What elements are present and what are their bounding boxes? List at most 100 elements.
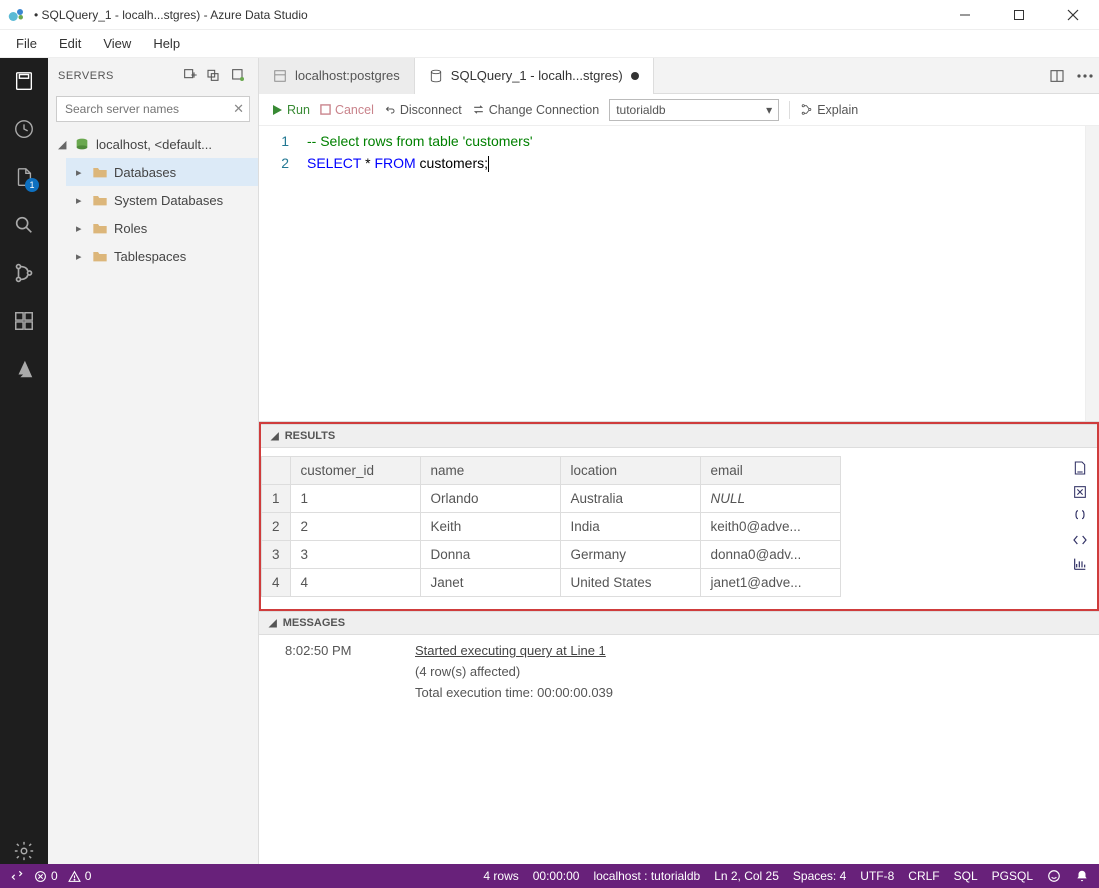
cell-customer-id[interactable]: 4 [290, 569, 420, 597]
chart-icon[interactable] [1072, 556, 1090, 574]
editor-scrollbar[interactable] [1085, 126, 1099, 421]
status-elapsed[interactable]: 00:00:00 [533, 869, 580, 883]
status-cursor-position[interactable]: Ln 2, Col 25 [714, 869, 779, 883]
status-rows[interactable]: 4 rows [483, 869, 518, 883]
chevron-right-icon: ▸ [76, 166, 86, 179]
cell-email[interactable]: janet1@adve... [700, 569, 840, 597]
dirty-indicator-icon [631, 72, 639, 80]
cell-location[interactable]: Australia [560, 485, 700, 513]
collapse-icon: ◢ [269, 618, 277, 629]
save-csv-icon[interactable] [1072, 460, 1090, 478]
cell-customer-id[interactable]: 2 [290, 513, 420, 541]
cell-email[interactable]: donna0@adv... [700, 541, 840, 569]
cell-location[interactable]: Germany [560, 541, 700, 569]
message-link[interactable]: Started executing query at Line 1 [415, 643, 606, 658]
explorer-activity-icon[interactable]: 1 [11, 164, 37, 190]
results-panel-header[interactable]: ◢ RESULTS [261, 424, 1097, 448]
database-select-value: tutorialdb [616, 103, 665, 117]
save-json-icon[interactable] [1072, 508, 1090, 526]
cell-customer-id[interactable]: 1 [290, 485, 420, 513]
status-errors[interactable]: 0 [34, 869, 58, 883]
source-control-activity-icon[interactable] [11, 260, 37, 286]
table-row[interactable]: 11OrlandoAustraliaNULL [262, 485, 841, 513]
menu-edit[interactable]: Edit [49, 32, 91, 55]
more-actions-icon[interactable] [1071, 62, 1099, 90]
code-comment: -- Select rows from table 'customers' [307, 133, 533, 149]
cancel-button[interactable]: Cancel [320, 103, 374, 117]
servers-activity-icon[interactable] [11, 68, 37, 94]
remote-indicator[interactable] [10, 869, 24, 883]
cell-email[interactable]: NULL [700, 485, 840, 513]
cell-name[interactable]: Janet [420, 569, 560, 597]
table-row[interactable]: 22KeithIndiakeith0@adve... [262, 513, 841, 541]
change-connection-button[interactable]: Change Connection [472, 103, 600, 117]
menu-view[interactable]: View [93, 32, 141, 55]
tab-sqlquery1[interactable]: SQLQuery_1 - localh...stgres) [415, 58, 654, 94]
run-label: Run [287, 103, 310, 117]
cell-location[interactable]: India [560, 513, 700, 541]
minimize-button[interactable] [947, 1, 983, 29]
menu-help[interactable]: Help [143, 32, 190, 55]
tree-item-system-databases[interactable]: ▸ System Databases [66, 186, 258, 214]
tree-item-roles[interactable]: ▸ Roles [66, 214, 258, 242]
results-grid[interactable]: customer_id name location email 11Orland… [261, 456, 841, 597]
status-warnings-count: 0 [85, 869, 92, 883]
refresh-icon[interactable] [230, 67, 248, 85]
extensions-activity-icon[interactable] [11, 308, 37, 334]
menu-bar: File Edit View Help [0, 30, 1099, 58]
status-encoding[interactable]: UTF-8 [860, 869, 894, 883]
messages-panel-header[interactable]: ◢ MESSAGES [259, 611, 1099, 635]
status-language[interactable]: SQL [954, 869, 978, 883]
server-node[interactable]: ◢ localhost, <default... [48, 130, 258, 158]
cell-email[interactable]: keith0@adve... [700, 513, 840, 541]
folder-icon [92, 165, 108, 179]
cell-name[interactable]: Donna [420, 541, 560, 569]
results-toolbar [1065, 448, 1097, 609]
table-row[interactable]: 33DonnaGermanydonna0@adv... [262, 541, 841, 569]
disconnect-button[interactable]: Disconnect [384, 103, 462, 117]
new-group-icon[interactable] [206, 67, 224, 85]
status-extension[interactable]: PGSQL [992, 869, 1033, 883]
split-editor-icon[interactable] [1043, 62, 1071, 90]
cell-name[interactable]: Orlando [420, 485, 560, 513]
feedback-icon[interactable] [1047, 869, 1061, 883]
cell-customer-id[interactable]: 3 [290, 541, 420, 569]
search-server-input[interactable] [56, 96, 250, 122]
chevron-down-icon: ◢ [58, 138, 68, 151]
save-xml-icon[interactable] [1072, 532, 1090, 550]
tree-item-databases[interactable]: ▸ Databases [66, 158, 258, 186]
notifications-icon[interactable] [1075, 869, 1089, 883]
column-header[interactable]: name [420, 457, 560, 485]
servers-sidebar: SERVERS ✕ ◢ localhost, <default... ▸ Dat… [48, 58, 259, 864]
tab-localhost-postgres[interactable]: localhost:postgres [259, 58, 415, 94]
status-connection[interactable]: localhost : tutorialdb [593, 869, 700, 883]
azure-activity-icon[interactable] [11, 356, 37, 382]
message-text: Total execution time: 00:00:00.039 [415, 685, 1073, 700]
row-number: 2 [262, 513, 291, 541]
chevron-down-icon: ▾ [766, 103, 772, 117]
column-header[interactable]: location [560, 457, 700, 485]
column-header[interactable]: customer_id [290, 457, 420, 485]
cell-name[interactable]: Keith [420, 513, 560, 541]
run-button[interactable]: Run [271, 103, 310, 117]
status-eol[interactable]: CRLF [908, 869, 939, 883]
settings-activity-icon[interactable] [11, 838, 37, 864]
clear-search-icon[interactable]: ✕ [233, 101, 244, 117]
search-activity-icon[interactable] [11, 212, 37, 238]
close-button[interactable] [1055, 1, 1091, 29]
database-select[interactable]: tutorialdb ▾ [609, 99, 779, 121]
sql-editor[interactable]: 1 2 -- Select rows from table 'customers… [259, 126, 1085, 421]
table-row[interactable]: 44JanetUnited Statesjanet1@adve... [262, 569, 841, 597]
menu-file[interactable]: File [6, 32, 47, 55]
save-excel-icon[interactable] [1072, 484, 1090, 502]
maximize-button[interactable] [1001, 1, 1037, 29]
cell-location[interactable]: United States [560, 569, 700, 597]
status-bar: 0 0 4 rows 00:00:00 localhost : tutorial… [0, 864, 1099, 888]
tree-item-tablespaces[interactable]: ▸ Tablespaces [66, 242, 258, 270]
status-warnings[interactable]: 0 [68, 869, 92, 883]
new-connection-icon[interactable] [182, 67, 200, 85]
status-indent[interactable]: Spaces: 4 [793, 869, 846, 883]
column-header[interactable]: email [700, 457, 840, 485]
history-activity-icon[interactable] [11, 116, 37, 142]
explain-button[interactable]: Explain [800, 103, 858, 117]
